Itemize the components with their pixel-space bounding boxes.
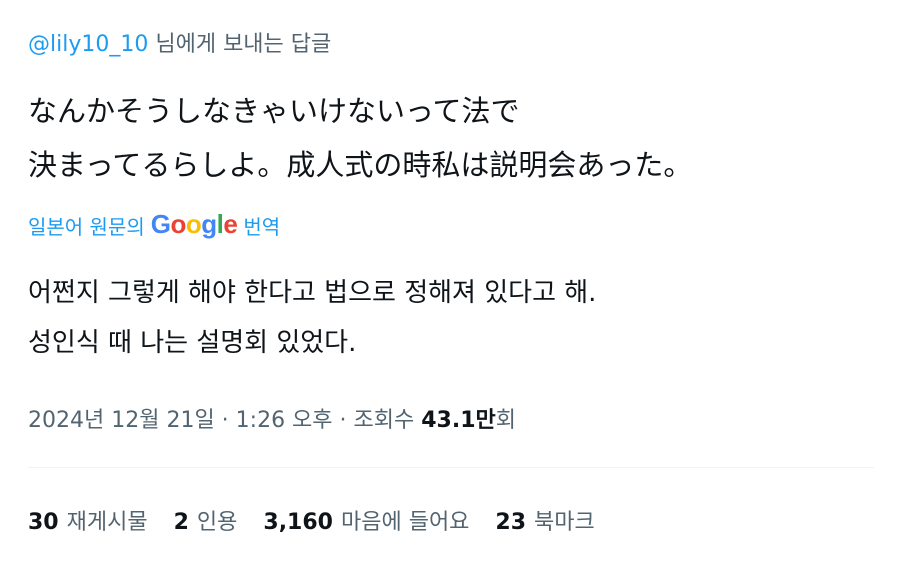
stat-quotes[interactable]: 2 인용 xyxy=(174,504,238,536)
reply-context-label: 님에게 보내는 답글 xyxy=(148,32,332,57)
stat-likes[interactable]: 3,160 마음에 들어요 xyxy=(263,504,469,536)
view-count-suffix: 회 xyxy=(495,408,517,433)
reply-context: @lily10_10 님에게 보내는 답글 xyxy=(28,26,331,58)
tweet-text-line: なんかそうしなきゃいけないって法で xyxy=(28,94,520,128)
translation-attribution[interactable]: 일본어 원문의 Google 번역 xyxy=(28,209,281,241)
view-count: 43.1 xyxy=(421,408,476,433)
translated-text-line: 어쩐지 그렇게 해야 한다고 법으로 정해져 있다고 해. xyxy=(28,278,597,308)
tweet-detail: @lily10_10 님에게 보내는 답글 なんかそうしなきゃいけないって法で … xyxy=(28,0,874,565)
view-count-unit: 만 xyxy=(475,408,496,433)
tweet-text: なんかそうしなきゃいけないって法で 決まってるらしよ。成人式の時私は説明会あった… xyxy=(28,84,692,192)
stat-number: 3,160 xyxy=(263,510,333,535)
stat-number: 2 xyxy=(173,510,189,535)
tweet-metadata: 2024년 12월 21일 · 1:26 오후 · 조회수 43.1만회 xyxy=(28,402,516,434)
stat-label: 재게시물 xyxy=(66,510,148,535)
stat-number: 23 xyxy=(495,510,527,535)
translated-text-line: 성인식 때 나는 설명회 있었다. xyxy=(28,328,357,358)
timestamp[interactable]: 2024년 12월 21일 · 1:26 오후 · 조회수 xyxy=(28,408,421,433)
translation-source-label: 일본어 원문의 xyxy=(28,215,145,239)
stat-bookmarks[interactable]: 23 북마크 xyxy=(495,504,594,536)
engagement-stats: 30 재게시물 2 인용 3,160 마음에 들어요 23 북마크 xyxy=(28,504,621,536)
translated-text: 어쩐지 그렇게 해야 한다고 법으로 정해져 있다고 해. 성인식 때 나는 설… xyxy=(28,268,596,368)
stat-reposts[interactable]: 30 재게시물 xyxy=(28,504,148,536)
reply-mention-link[interactable]: @lily10_10 xyxy=(28,32,148,57)
stat-label: 인용 xyxy=(196,510,238,535)
tweet-text-line: 決まってるらしよ。成人式の時私は説明会あった。 xyxy=(28,148,693,182)
divider xyxy=(28,467,874,468)
translation-label: 번역 xyxy=(243,215,281,239)
stat-number: 30 xyxy=(28,510,59,535)
stat-label: 마음에 들어요 xyxy=(340,510,470,535)
google-logo: Google xyxy=(150,209,238,239)
stat-label: 북마크 xyxy=(534,510,595,535)
